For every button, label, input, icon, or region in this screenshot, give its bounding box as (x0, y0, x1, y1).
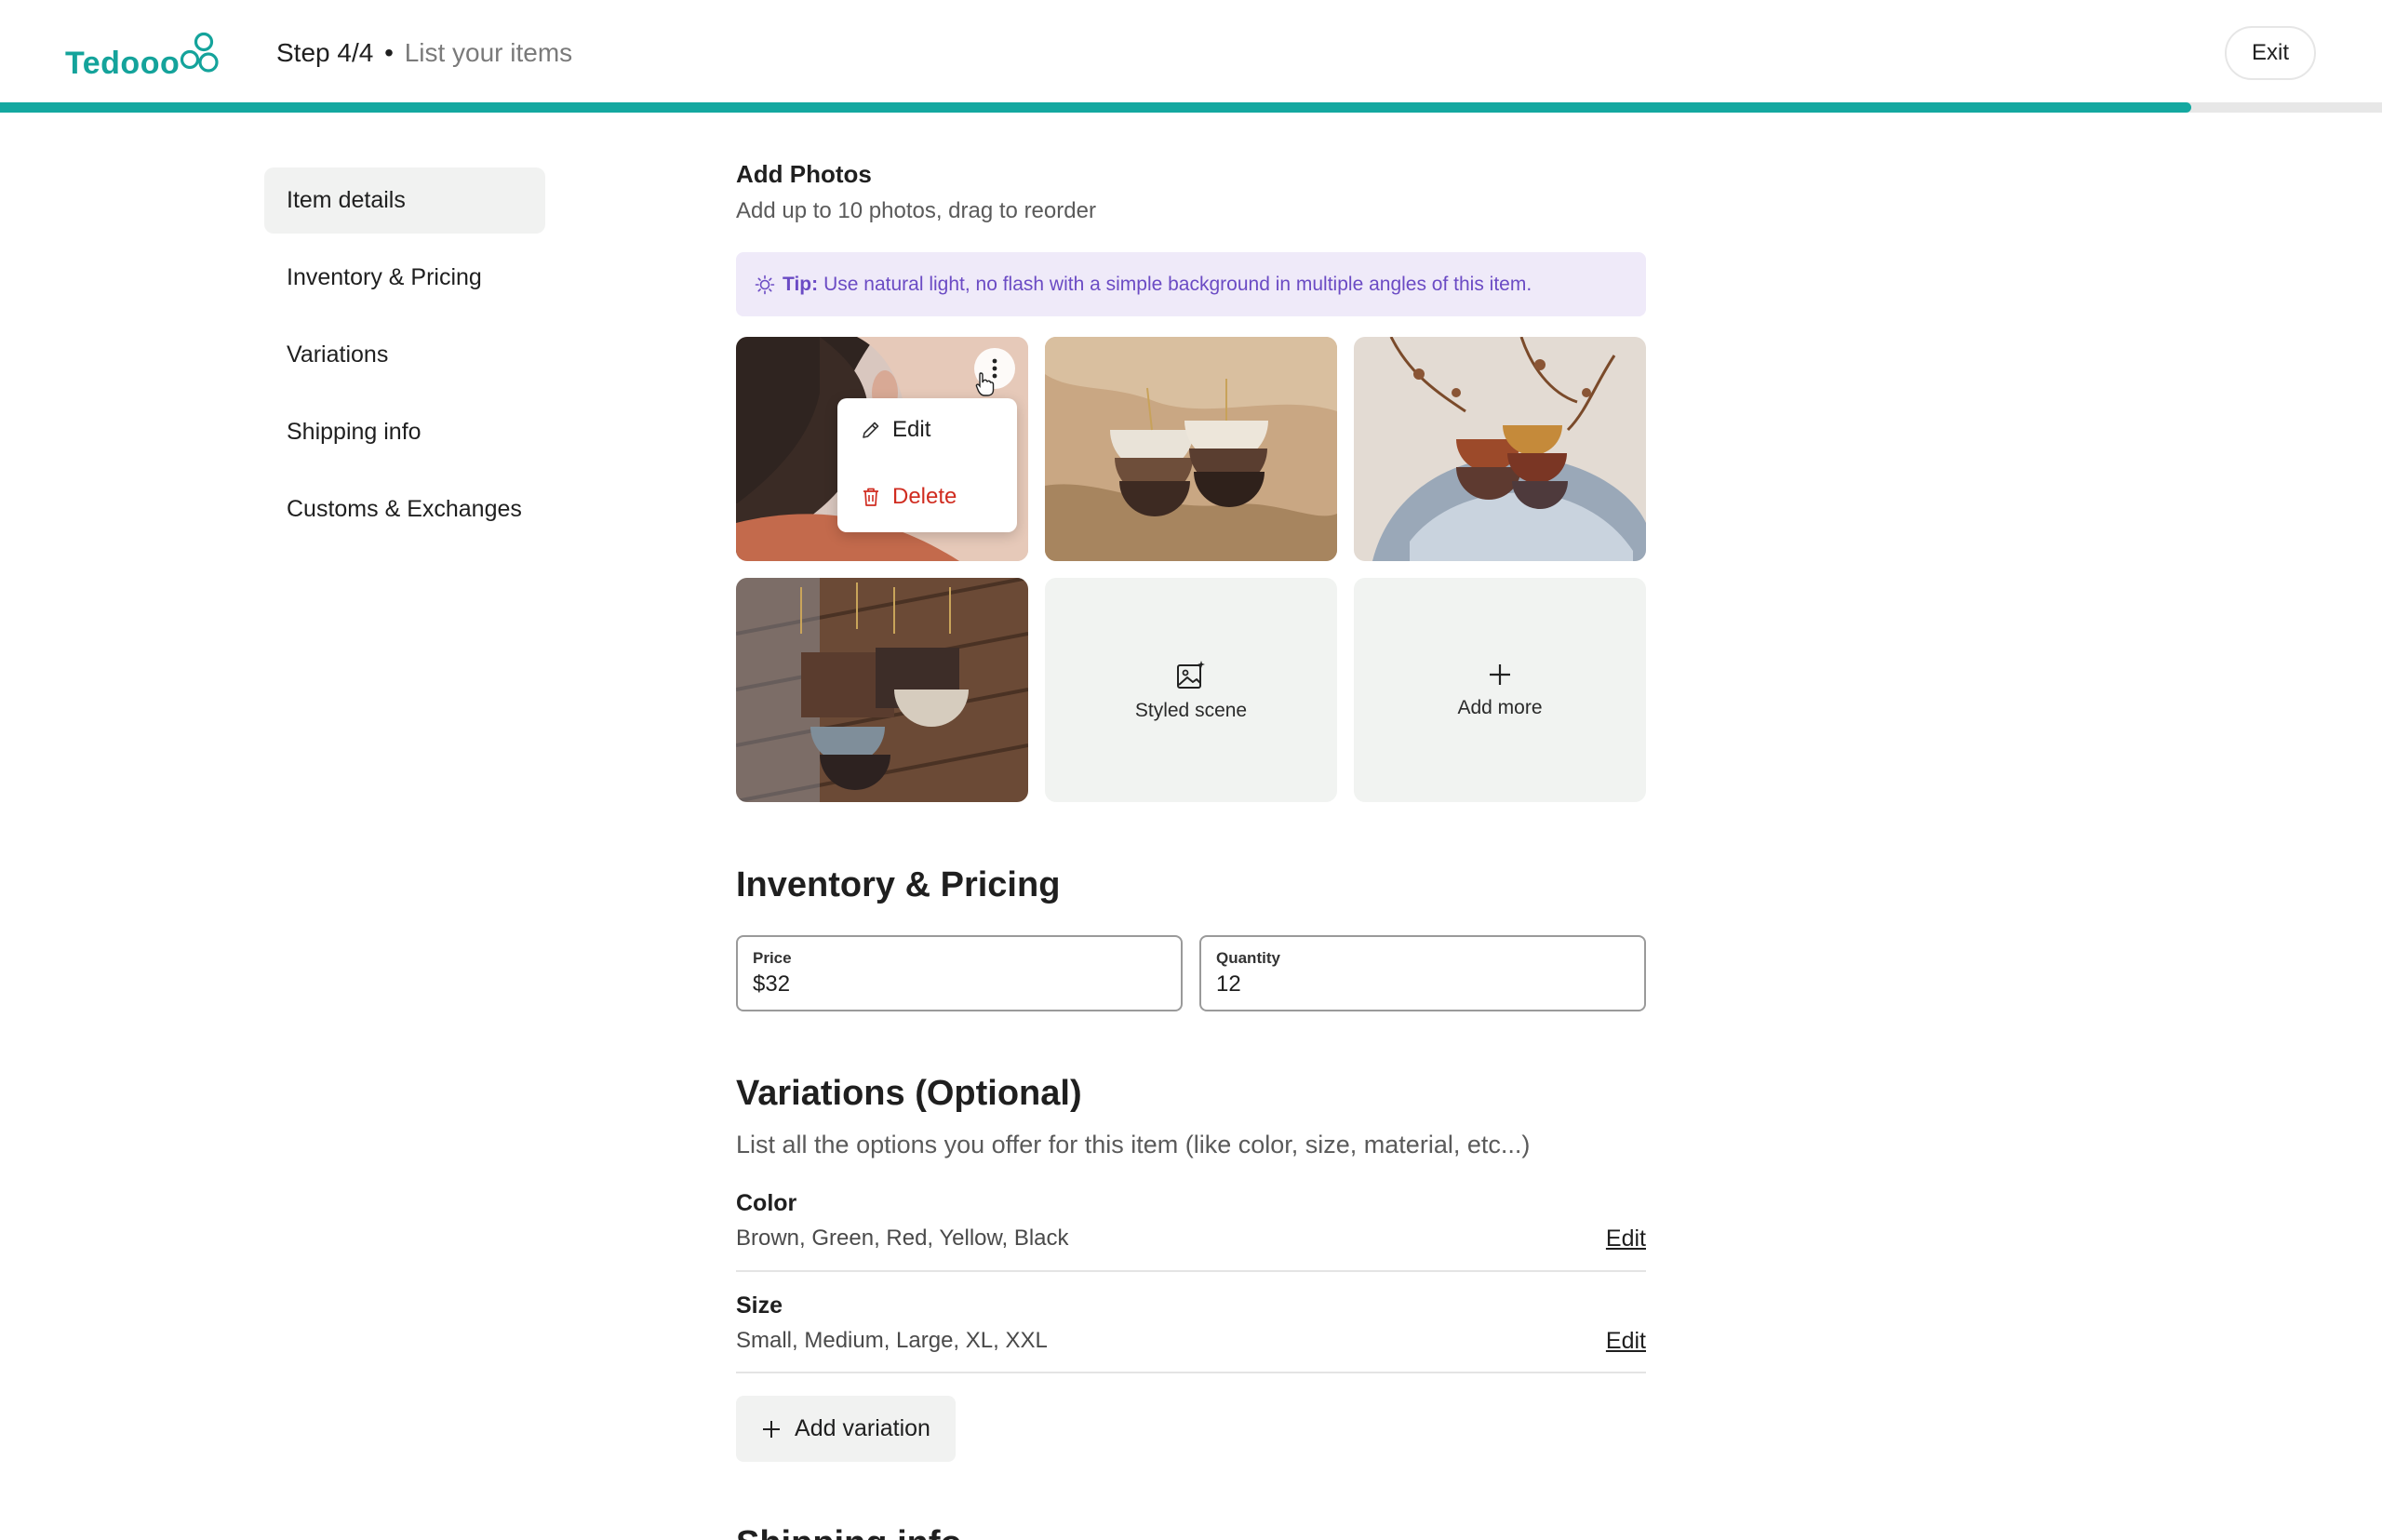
add-variation-button[interactable]: Add variation (736, 1396, 956, 1462)
step-number: Step 4/4 (276, 38, 374, 67)
photo-earrings-on-stone (1354, 337, 1646, 561)
inventory-pricing-title: Inventory & Pricing (736, 865, 1061, 904)
styled-scene-label: Styled scene (1134, 699, 1248, 721)
variation-name: Color (736, 1190, 797, 1216)
variation-row-size: Size Small, Medium, Large, XL, XXL Edit (736, 1292, 1646, 1373)
photo-tile-2[interactable] (1045, 337, 1337, 561)
quantity-label: Quantity (1216, 949, 1280, 967)
photo-tip-banner: Tip: Use natural light, no flash with a … (736, 252, 1646, 316)
photo-tile-4[interactable] (736, 578, 1028, 802)
plus-icon (763, 1420, 781, 1438)
top-header: Tedooo Step 4/4 • List your items Exit (0, 0, 2382, 102)
logo-bubbles-icon (181, 32, 219, 73)
sidebar-item-item-details[interactable]: Item details (264, 167, 545, 234)
progress-bar (0, 102, 2382, 113)
tip-text: Use natural light, no flash with a simpl… (823, 273, 1532, 295)
variations-subtitle: List all the options you offer for this … (736, 1131, 1531, 1158)
add-more-label: Add more (1457, 696, 1543, 718)
menu-edit-label: Edit (892, 417, 931, 442)
sidebar-item-variations[interactable]: Variations (264, 322, 545, 388)
logo-text: Tedooo (65, 46, 181, 81)
price-input[interactable] (753, 971, 1166, 998)
image-sparkle-icon (1177, 660, 1205, 689)
sidebar-item-customs-exchanges[interactable]: Customs & Exchanges (264, 476, 545, 542)
step-indicator: Step 4/4 • List your items (276, 38, 572, 68)
photos-title: Add Photos (736, 160, 872, 188)
menu-edit-item[interactable]: Edit (861, 417, 930, 443)
lightbulb-icon (755, 275, 775, 294)
variation-edit-link[interactable]: Edit (1606, 1225, 1646, 1252)
photo-tile-3[interactable] (1354, 337, 1646, 561)
photo-earrings-on-rock (1045, 337, 1337, 561)
variation-edit-link[interactable]: Edit (1606, 1328, 1646, 1355)
styled-scene-tile[interactable]: Styled scene (1045, 578, 1337, 802)
variation-row-color: Color Brown, Green, Red, Yellow, Black E… (736, 1190, 1646, 1272)
photos-subtitle: Add up to 10 photos, drag to reorder (736, 198, 1096, 223)
progress-fill (0, 102, 2192, 113)
step-separator: • (384, 38, 394, 67)
variations-title: Variations (Optional) (736, 1074, 1082, 1113)
tedooo-logo[interactable]: Tedooo (65, 32, 221, 82)
sidebar-item-inventory-pricing[interactable]: Inventory & Pricing (264, 245, 545, 311)
shipping-info-title: Shipping info (736, 1524, 962, 1540)
photo-context-menu: Edit Delete (837, 398, 1017, 532)
pencil-icon (863, 422, 879, 438)
price-label: Price (753, 949, 792, 967)
variation-values: Brown, Green, Red, Yellow, Black (736, 1225, 1069, 1251)
section-sidebar: Item details Inventory & Pricing Variati… (264, 167, 545, 554)
add-variation-label: Add variation (795, 1415, 930, 1441)
quantity-input[interactable] (1216, 971, 1629, 998)
price-field[interactable]: Price (736, 935, 1183, 1011)
plus-icon (1490, 663, 1510, 685)
photo-tile-1[interactable]: Edit Delete (736, 337, 1028, 561)
variation-name: Size (736, 1292, 783, 1319)
variation-values: Small, Medium, Large, XL, XXL (736, 1328, 1048, 1353)
hand-cursor-icon (975, 372, 995, 396)
trash-icon (863, 488, 878, 506)
sidebar-item-shipping-info[interactable]: Shipping info (264, 399, 545, 465)
photo-earrings-on-wood (736, 578, 1028, 802)
menu-delete-item[interactable]: Delete (861, 484, 957, 510)
quantity-field[interactable]: Quantity (1199, 935, 1646, 1011)
add-more-tile[interactable]: Add more (1354, 578, 1646, 802)
exit-button[interactable]: Exit (2225, 26, 2316, 80)
menu-delete-label: Delete (892, 484, 957, 509)
step-subtitle: List your items (404, 38, 573, 67)
tip-label: Tip: (783, 273, 819, 295)
